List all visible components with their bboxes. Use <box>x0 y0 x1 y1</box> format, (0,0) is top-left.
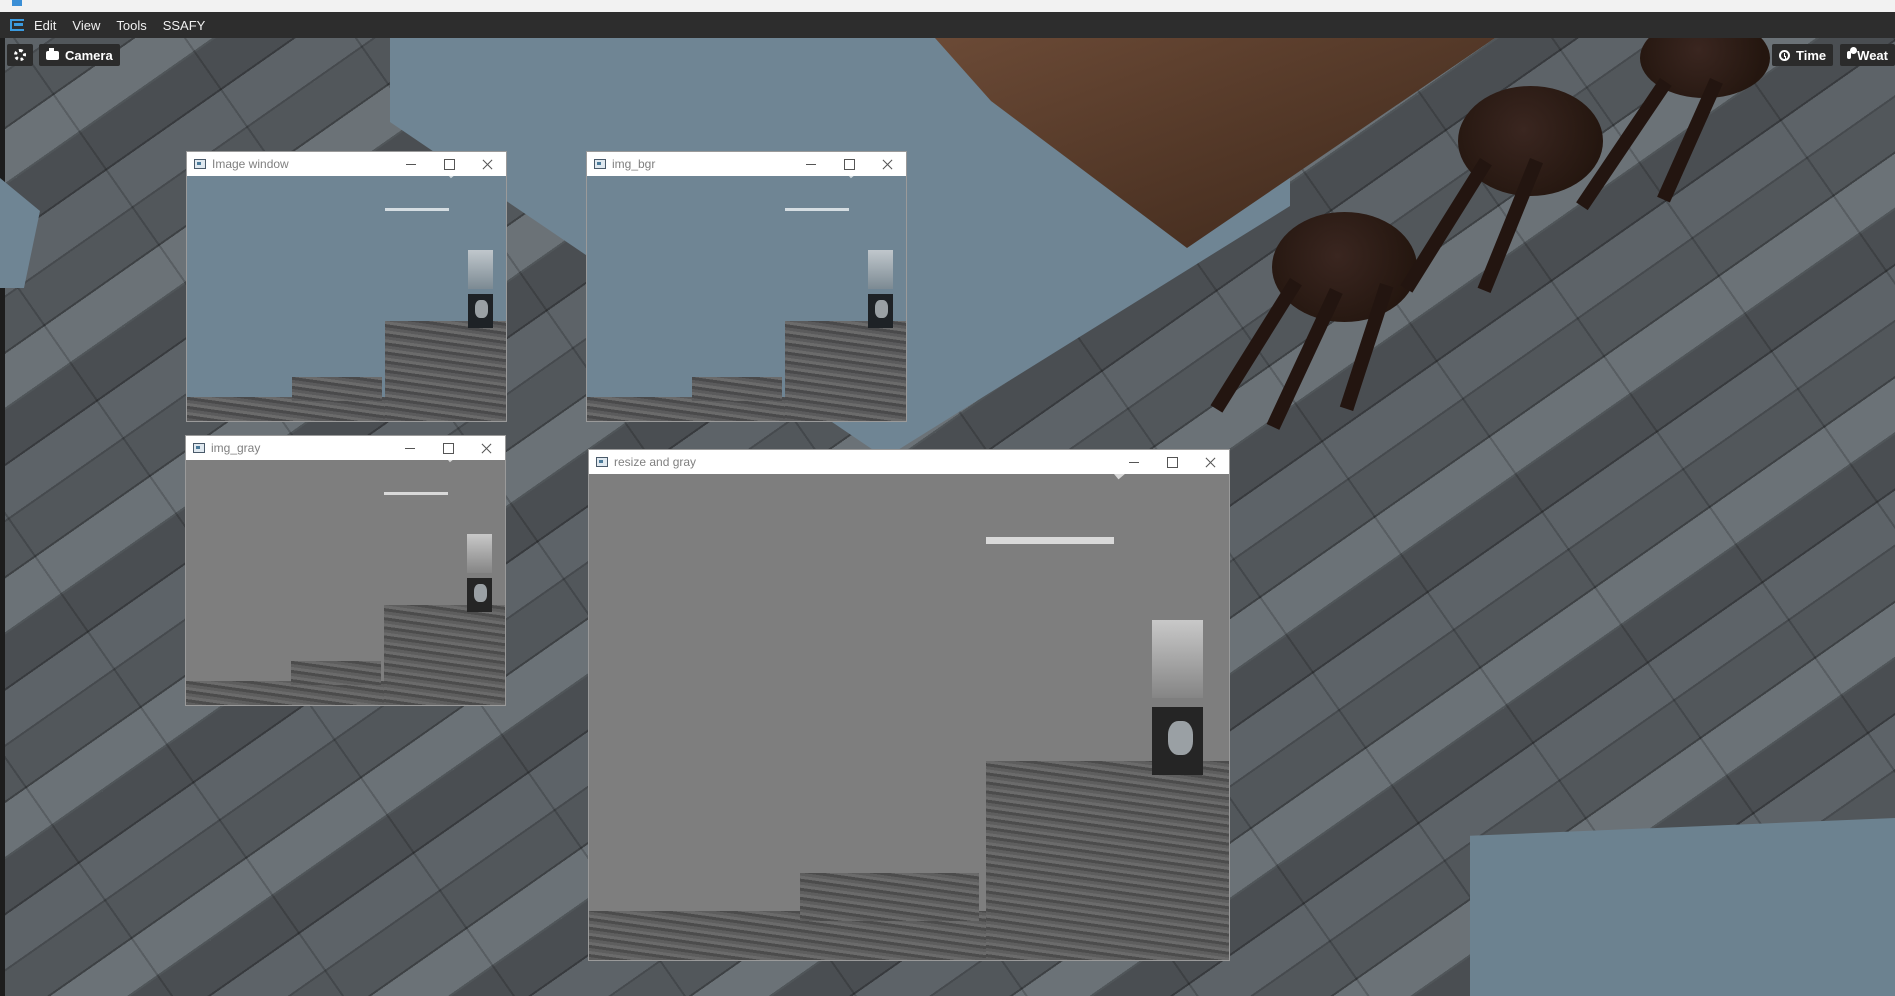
window-titlebar[interactable]: Image window <box>187 152 506 176</box>
background-sky-corner <box>0 178 40 288</box>
app-logo-icon[interactable] <box>10 18 26 32</box>
minimize-icon[interactable] <box>391 436 429 460</box>
menu-edit[interactable]: Edit <box>34 18 56 33</box>
img-bgr-window[interactable]: img_bgr <box>586 151 907 422</box>
app-title-strip <box>0 0 1895 12</box>
resize-gray-window[interactable]: resize and gray <box>588 449 1230 961</box>
window-title: img_gray <box>211 441 261 455</box>
weather-button-label: Weat <box>1857 47 1888 63</box>
menu-view[interactable]: View <box>72 18 100 33</box>
resized-grayscale-image <box>589 474 1229 960</box>
minimize-icon[interactable] <box>792 152 830 176</box>
camera-button[interactable]: Camera <box>39 44 120 66</box>
camera-icon <box>46 47 59 60</box>
weather-button[interactable]: Weat <box>1840 44 1895 66</box>
camera-image <box>587 176 906 421</box>
time-button[interactable]: Time <box>1772 44 1834 66</box>
close-icon[interactable] <box>868 152 906 176</box>
cloud-icon <box>1847 47 1858 59</box>
settings-button[interactable] <box>7 44 33 66</box>
window-app-icon <box>596 457 608 467</box>
window-app-icon <box>194 159 206 169</box>
maximize-icon[interactable] <box>429 436 467 460</box>
window-title: img_bgr <box>612 157 656 171</box>
app-icon <box>12 0 22 6</box>
maximize-icon[interactable] <box>1153 450 1191 474</box>
close-icon[interactable] <box>468 152 506 176</box>
stool-seat <box>1272 212 1417 322</box>
menu-bar: Edit View Tools SSAFY <box>0 12 1895 38</box>
stool-leg <box>1400 158 1492 293</box>
window-titlebar[interactable]: resize and gray <box>589 450 1229 474</box>
window-app-icon <box>594 159 606 169</box>
window-title: resize and gray <box>614 455 697 469</box>
time-button-label: Time <box>1796 47 1827 63</box>
image-window[interactable]: Image window <box>186 151 507 422</box>
camera-button-label: Camera <box>65 47 113 63</box>
background-sky-bottom <box>1470 818 1895 996</box>
gear-icon <box>14 49 26 61</box>
close-icon[interactable] <box>467 436 505 460</box>
minimize-icon[interactable] <box>392 152 430 176</box>
window-titlebar[interactable]: img_bgr <box>587 152 906 176</box>
window-app-icon <box>193 443 205 453</box>
clock-icon <box>1779 49 1790 61</box>
window-title: Image window <box>212 157 289 171</box>
maximize-icon[interactable] <box>830 152 868 176</box>
menu-ssafy[interactable]: SSAFY <box>163 18 206 33</box>
menu-tools[interactable]: Tools <box>116 18 146 33</box>
camera-image <box>187 176 506 421</box>
close-icon[interactable] <box>1191 450 1229 474</box>
img-gray-window[interactable]: img_gray <box>185 435 506 706</box>
window-titlebar[interactable]: img_gray <box>186 436 505 460</box>
grayscale-image <box>186 460 505 705</box>
minimize-icon[interactable] <box>1115 450 1153 474</box>
maximize-icon[interactable] <box>430 152 468 176</box>
